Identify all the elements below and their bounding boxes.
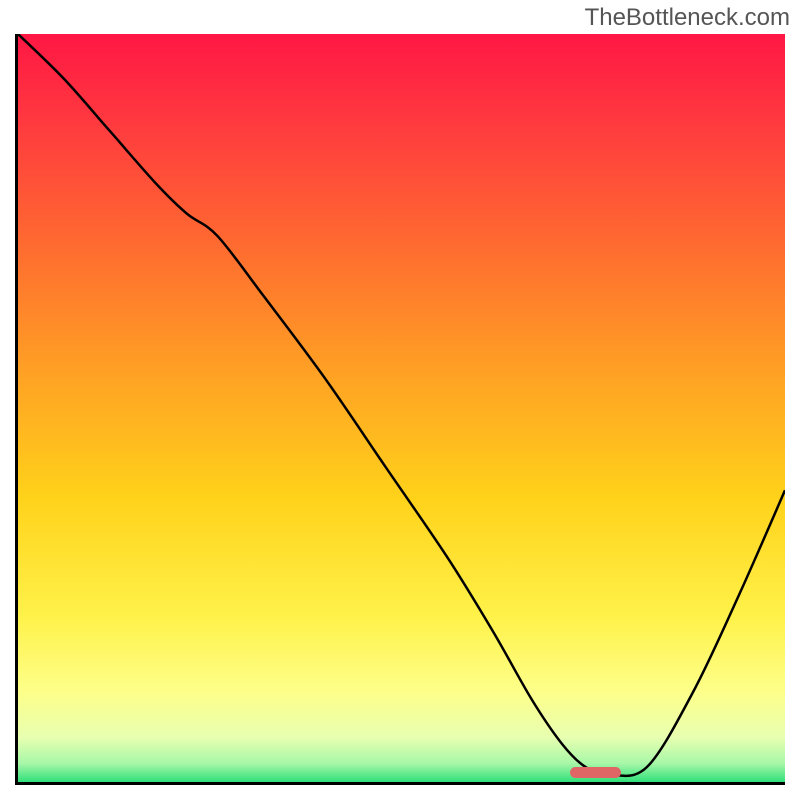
plot-area [15,34,785,785]
gradient-background [18,34,785,782]
chart-container: TheBottleneck.com [0,0,800,800]
watermark-text: TheBottleneck.com [585,4,790,32]
optimal-range-marker [570,767,620,778]
